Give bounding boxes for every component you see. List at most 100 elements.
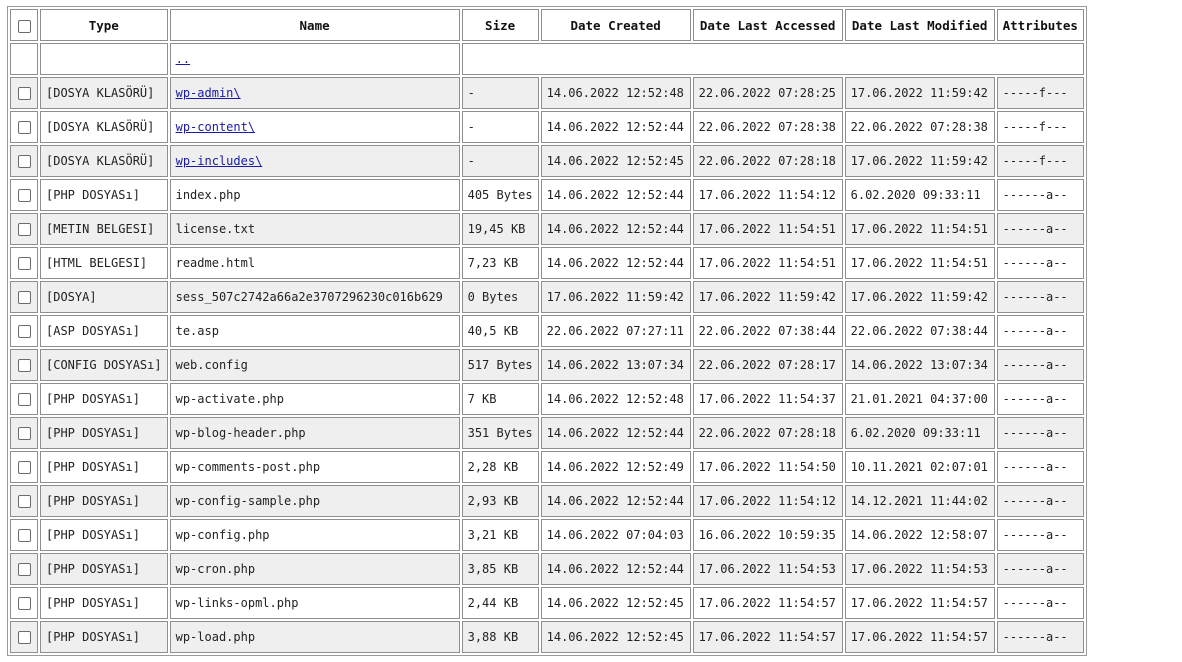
size-cell: 19,45 KB: [461, 213, 539, 245]
name-cell: te.asp: [169, 315, 460, 347]
row-checkbox-cell: [10, 179, 38, 211]
row-checkbox-cell: [10, 451, 38, 483]
type-cell: [METIN BELGESI]: [40, 213, 168, 245]
date-created-cell: 14.06.2022 07:04:03: [540, 519, 691, 551]
date-accessed-cell: 17.06.2022 11:54:53: [692, 553, 843, 585]
table-row[interactable]: [METIN BELGESI] license.txt 19,45 KB 14.06.…: [10, 213, 1084, 245]
date-created-cell: 14.06.2022 12:52:44: [540, 179, 691, 211]
table-row[interactable]: [DOSYA KLASÖRÜ] wp-admin\ -14.06.2022 12:5…: [10, 77, 1084, 109]
row-checkbox[interactable]: [17, 495, 31, 508]
header-type[interactable]: Type: [40, 9, 168, 41]
date-accessed-cell: 22.06.2022 07:28:25: [692, 77, 843, 109]
header-size[interactable]: Size: [461, 9, 539, 41]
row-checkbox[interactable]: [17, 223, 31, 236]
date-modified-cell: 6.02.2020 09:33:11: [844, 179, 995, 211]
row-checkbox-cell: [10, 145, 38, 177]
size-cell: -: [461, 145, 539, 177]
row-checkbox[interactable]: [17, 529, 31, 542]
date-modified-cell: 10.11.2021 02:07:01: [844, 451, 995, 483]
row-checkbox-cell: [10, 247, 38, 279]
row-checkbox[interactable]: [17, 427, 31, 440]
row-checkbox[interactable]: [17, 87, 31, 100]
folder-link[interactable]: wp-admin\: [176, 86, 241, 100]
attributes-cell: ------a--: [996, 621, 1084, 653]
date-created-cell: 14.06.2022 12:52:45: [540, 587, 691, 619]
size-cell: 7 KB: [461, 383, 539, 415]
row-checkbox-cell: [10, 553, 38, 585]
row-checkbox-cell: [10, 77, 38, 109]
attributes-cell: ------a--: [996, 587, 1084, 619]
table-row[interactable]: [PHP DOSYASı] wp-blog-header.php 351 Bytes…: [10, 417, 1084, 449]
name-cell: license.txt: [169, 213, 460, 245]
header-attributes[interactable]: Attributes: [996, 9, 1084, 41]
row-checkbox[interactable]: [17, 461, 31, 474]
date-accessed-cell: 17.06.2022 11:54:50: [692, 451, 843, 483]
size-cell: -: [461, 77, 539, 109]
name-cell: wp-load.php: [169, 621, 460, 653]
date-accessed-cell: 17.06.2022 11:54:12: [692, 179, 843, 211]
header-row: Type Name Size Date Created Date Last Ac…: [10, 9, 1084, 41]
table-row[interactable]: [PHP DOSYASı] wp-links-opml.php 2,44 KB 14.…: [10, 587, 1084, 619]
size-cell: 3,88 KB: [461, 621, 539, 653]
table-row[interactable]: [PHP DOSYASı] wp-load.php 3,88 KB 14.06.202…: [10, 621, 1084, 653]
folder-link[interactable]: wp-content\: [176, 120, 255, 134]
row-checkbox[interactable]: [17, 597, 31, 610]
date-modified-cell: 14.12.2021 11:44:02: [844, 485, 995, 517]
name-cell: wp-content\: [169, 111, 460, 143]
row-checkbox[interactable]: [17, 121, 31, 134]
name-cell: wp-activate.php: [169, 383, 460, 415]
table-row[interactable]: [DOSYA KLASÖRÜ] wp-includes\ -14.06.2022 1…: [10, 145, 1084, 177]
table-row[interactable]: [PHP DOSYASı] wp-cron.php 3,85 KB 14.06.202…: [10, 553, 1084, 585]
header-date-accessed[interactable]: Date Last Accessed: [692, 9, 843, 41]
date-modified-cell: 17.06.2022 11:54:57: [844, 587, 995, 619]
row-checkbox[interactable]: [17, 257, 31, 270]
table-row[interactable]: [PHP DOSYASı] wp-config.php 3,21 KB 14.06.2…: [10, 519, 1084, 551]
table-row[interactable]: [PHP DOSYASı] wp-comments-post.php 2,28 KB…: [10, 451, 1084, 483]
row-checkbox[interactable]: [17, 631, 31, 644]
row-checkbox-cell: [10, 519, 38, 551]
attributes-cell: -----f---: [996, 77, 1084, 109]
type-cell: [DOSYA KLASÖRÜ]: [40, 111, 168, 143]
date-created-cell: 14.06.2022 12:52:44: [540, 417, 691, 449]
select-all-checkbox[interactable]: [17, 19, 31, 33]
row-checkbox[interactable]: [17, 563, 31, 576]
parent-dir-filler-cell: [461, 43, 1084, 75]
size-cell: -: [461, 111, 539, 143]
header-date-modified[interactable]: Date Last Modified: [844, 9, 995, 41]
table-row[interactable]: [HTML BELGESI] readme.html 7,23 KB 14.06.20…: [10, 247, 1084, 279]
date-modified-cell: 22.06.2022 07:28:38: [844, 111, 995, 143]
row-checkbox[interactable]: [17, 189, 31, 202]
type-cell: [PHP DOSYASı]: [40, 383, 168, 415]
row-checkbox[interactable]: [17, 359, 31, 372]
date-accessed-cell: 22.06.2022 07:28:18: [692, 145, 843, 177]
date-accessed-cell: 16.06.2022 10:59:35: [692, 519, 843, 551]
table-row[interactable]: [DOSYA KLASÖRÜ] wp-content\ -14.06.2022 12…: [10, 111, 1084, 143]
attributes-cell: ------a--: [996, 315, 1084, 347]
table-row[interactable]: [DOSYA] sess_507c2742a66a2e3707296230c016…: [10, 281, 1084, 313]
parent-dir-link[interactable]: ..: [176, 52, 190, 66]
table-row[interactable]: [PHP DOSYASı] index.php 405 Bytes 14.06.202…: [10, 179, 1084, 211]
table-row[interactable]: [PHP DOSYASı] wp-config-sample.php 2,93 KB…: [10, 485, 1084, 517]
table-row[interactable]: [CONFIG DOSYASı] web.config 517 Bytes 14.06…: [10, 349, 1084, 381]
row-checkbox[interactable]: [17, 325, 31, 338]
date-created-cell: 14.06.2022 12:52:48: [540, 383, 691, 415]
size-cell: 2,28 KB: [461, 451, 539, 483]
size-cell: 405 Bytes: [461, 179, 539, 211]
folder-link[interactable]: wp-includes\: [176, 154, 263, 168]
date-modified-cell: 17.06.2022 11:59:42: [844, 145, 995, 177]
table-row[interactable]: [PHP DOSYASı] wp-activate.php 7 KB 14.06.20…: [10, 383, 1084, 415]
table-row[interactable]: [ASP DOSYASı] te.asp 40,5 KB 22.06.2022 07:…: [10, 315, 1084, 347]
attributes-cell: -----f---: [996, 111, 1084, 143]
row-checkbox[interactable]: [17, 291, 31, 304]
date-created-cell: 14.06.2022 12:52:44: [540, 485, 691, 517]
header-date-created[interactable]: Date Created: [540, 9, 691, 41]
row-checkbox-cell: [10, 485, 38, 517]
date-modified-cell: 17.06.2022 11:59:42: [844, 77, 995, 109]
header-name[interactable]: Name: [169, 9, 460, 41]
date-modified-cell: 22.06.2022 07:38:44: [844, 315, 995, 347]
row-checkbox[interactable]: [17, 393, 31, 406]
row-checkbox[interactable]: [17, 155, 31, 168]
type-cell: [CONFIG DOSYASı]: [40, 349, 168, 381]
size-cell: 3,85 KB: [461, 553, 539, 585]
name-cell: wp-config.php: [169, 519, 460, 551]
